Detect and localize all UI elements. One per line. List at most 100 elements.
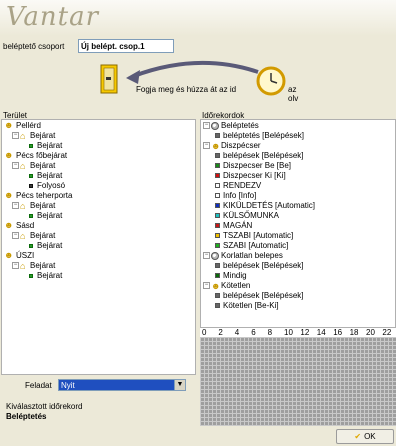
drag-hint-banner: Fogja meg és húzza át az id az olv bbox=[100, 58, 300, 106]
timerecord-row[interactable]: Mindig bbox=[213, 271, 247, 281]
group-icon: ☻ bbox=[211, 280, 221, 291]
color-swatch-icon bbox=[215, 293, 220, 299]
tree-row[interactable]: Folyosó bbox=[20, 181, 65, 191]
tree-row[interactable]: Bejárat bbox=[20, 271, 62, 281]
timerecord-row[interactable]: KÜLSŐMUNKA bbox=[213, 211, 279, 221]
timerecord-row[interactable]: − Beléptetés bbox=[203, 121, 259, 131]
arrow-icon bbox=[126, 60, 259, 84]
timerecord-row[interactable]: Info [Info] bbox=[213, 191, 256, 201]
tree-row[interactable]: − ⌂ Bejárat bbox=[12, 231, 55, 241]
timerecord-label: RENDEZV bbox=[223, 181, 262, 190]
timerecord-row[interactable]: SZABI [Automatic] bbox=[213, 241, 288, 251]
group-label: beléptető csoport bbox=[3, 42, 65, 51]
timerecord-row[interactable]: Diszpecser Be [Be] bbox=[213, 161, 291, 171]
home-icon: ⌂ bbox=[20, 200, 26, 211]
tree-row[interactable]: Bejárat bbox=[20, 241, 62, 251]
task-label: Feladat bbox=[25, 381, 52, 390]
timerecord-label: belépések [Belépések] bbox=[223, 151, 304, 160]
timerecord-row[interactable]: − ☻Diszpécser bbox=[203, 141, 261, 151]
reader-icon bbox=[29, 213, 33, 218]
tree-row[interactable]: ☻ Sásd bbox=[4, 221, 34, 231]
collapse-toggle-icon[interactable]: − bbox=[203, 282, 210, 290]
hour-tick: 14 bbox=[316, 328, 326, 337]
color-swatch-icon bbox=[215, 233, 220, 239]
timerecord-row[interactable]: Kötetlen [Be-Ki] bbox=[213, 301, 279, 311]
chevron-down-icon[interactable]: ▼ bbox=[174, 380, 185, 390]
reader-icon bbox=[29, 243, 33, 248]
tree-row[interactable]: Bejárat bbox=[20, 141, 62, 151]
timerecord-row[interactable]: RENDEZV bbox=[213, 181, 261, 191]
tree-row[interactable]: − ⌂ Bejárat bbox=[12, 261, 55, 271]
tree-row-label: Bejárat bbox=[30, 261, 56, 270]
timerecord-row[interactable]: TSZABI [Automatic] bbox=[213, 231, 293, 241]
tree-row[interactable]: − ⌂ Bejárat bbox=[12, 131, 55, 141]
collapse-toggle-icon[interactable]: − bbox=[12, 132, 19, 140]
tree-row-label: Bejárat bbox=[37, 171, 63, 180]
globe-icon bbox=[211, 251, 219, 260]
hour-tick: 18 bbox=[349, 328, 359, 337]
collapse-toggle-icon[interactable]: − bbox=[203, 252, 210, 260]
color-swatch-icon bbox=[215, 213, 220, 219]
color-swatch-icon bbox=[215, 223, 220, 229]
collapse-toggle-icon[interactable]: − bbox=[12, 162, 19, 170]
home-icon: ⌂ bbox=[20, 160, 26, 171]
timerecord-row[interactable]: beléptetés [Belépések] bbox=[213, 131, 304, 141]
tree-row[interactable]: − ⌂ Bejárat bbox=[12, 161, 55, 171]
reader-icon bbox=[29, 173, 33, 178]
hour-ruler: 0 2 4 6 8 10 12 14 16 18 20 22 bbox=[200, 328, 396, 337]
hour-tick: 20 bbox=[366, 328, 375, 337]
collapse-toggle-icon[interactable]: − bbox=[12, 262, 19, 270]
hour-tick: 10 bbox=[284, 328, 293, 337]
tree-row[interactable]: ☻ ÚSZI bbox=[4, 251, 34, 261]
timerecord-label: Info [Info] bbox=[223, 191, 257, 200]
globe-icon bbox=[211, 121, 219, 130]
task-select[interactable]: Nyit ▼ bbox=[58, 379, 186, 391]
collapse-toggle-icon[interactable]: − bbox=[12, 202, 19, 210]
hour-tick: 16 bbox=[333, 328, 343, 337]
color-swatch-icon bbox=[215, 163, 220, 169]
hour-tick: 0 bbox=[202, 328, 207, 337]
timerecord-row[interactable]: MAGÁN bbox=[213, 221, 252, 231]
timerecord-row[interactable]: belépések [Belépések] bbox=[213, 261, 304, 271]
tree-row[interactable]: ☻ Pécs főbejárat bbox=[4, 151, 67, 161]
tree-row-label: Bejárat bbox=[30, 231, 56, 240]
tree-row-label: Bejárat bbox=[30, 131, 56, 140]
hour-tick: 4 bbox=[234, 328, 240, 337]
tree-row[interactable]: ☻ Pellérd bbox=[4, 121, 41, 131]
reader-icon bbox=[29, 183, 33, 188]
timerecord-tree[interactable]: − Beléptetés beléptetés [Belépések] − ☻Diszp… bbox=[200, 119, 396, 328]
area-group-icon: ☻ bbox=[4, 220, 14, 231]
color-swatch-icon bbox=[215, 263, 220, 269]
tree-row[interactable]: − ⌂ Bejárat bbox=[12, 201, 55, 211]
tree-row-label: Pécs főbejárat bbox=[16, 151, 68, 160]
group-field[interactable]: Új belépt. csop.1 bbox=[78, 39, 174, 53]
timerecord-label: Mindig bbox=[223, 271, 247, 280]
tree-row-label: Bejárat bbox=[37, 241, 63, 250]
tree-row-label: Bejárat bbox=[37, 271, 63, 280]
timerecord-row[interactable]: Diszpecser Ki [Ki] bbox=[213, 171, 286, 181]
hour-tick: 22 bbox=[382, 328, 392, 337]
timerecord-label: Kötetlen bbox=[221, 281, 251, 290]
color-swatch-icon bbox=[215, 183, 220, 189]
tree-row-label: Sásd bbox=[16, 221, 35, 230]
collapse-toggle-icon[interactable]: − bbox=[203, 122, 210, 130]
area-tree[interactable]: ☻ Pellérd − ⌂ Bejárat Bejárat ☻ Pécs főbejárat −… bbox=[1, 119, 196, 375]
color-swatch-icon bbox=[215, 153, 220, 159]
ok-button[interactable]: ✔ OK bbox=[336, 429, 394, 444]
tree-row[interactable]: ☻ Pécs teherporta bbox=[4, 191, 72, 201]
collapse-toggle-icon[interactable]: − bbox=[12, 232, 19, 240]
timerecord-row[interactable]: KIKÜLDETÉS [Automatic] bbox=[213, 201, 315, 211]
timerecord-row[interactable]: belépések [Belépések] bbox=[213, 291, 304, 301]
tree-row[interactable]: Bejárat bbox=[20, 211, 62, 221]
schedule-grid[interactable] bbox=[200, 337, 396, 426]
collapse-toggle-icon[interactable]: − bbox=[203, 142, 210, 150]
timerecord-row[interactable]: belépések [Belépések] bbox=[213, 151, 304, 161]
tree-row-label: Bejárat bbox=[37, 141, 63, 150]
timerecord-row[interactable]: − ☻Kötetlen bbox=[203, 281, 250, 291]
tree-row[interactable]: Bejárat bbox=[20, 171, 62, 181]
timerecord-label: belépések [Belépések] bbox=[223, 261, 304, 270]
timerecord-label: Diszpecser Ki [Ki] bbox=[223, 171, 286, 180]
hour-tick: 6 bbox=[251, 328, 256, 337]
timerecord-row[interactable]: − Korlatlan belepes bbox=[203, 251, 283, 261]
tree-row-label: Pécs teherporta bbox=[16, 191, 73, 200]
